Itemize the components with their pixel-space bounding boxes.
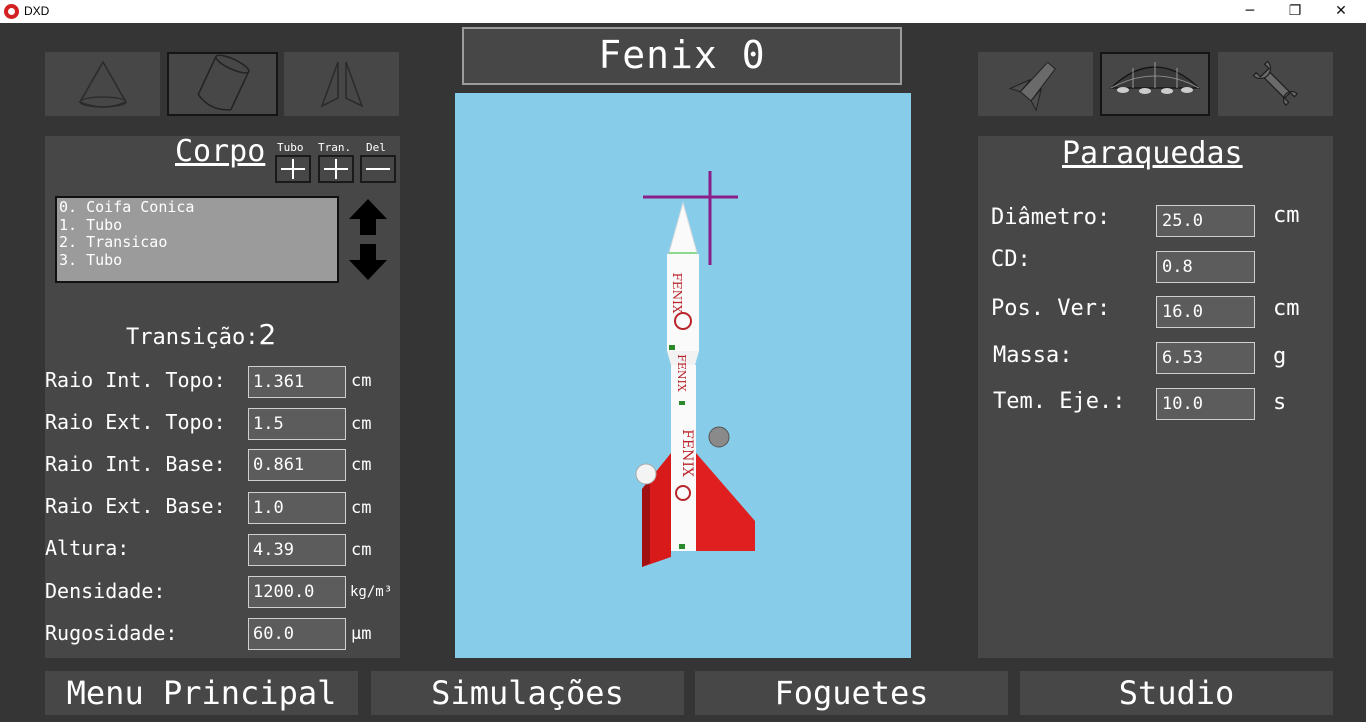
selected-component-label: Transição:2: [126, 318, 277, 351]
add-tube-label: Tubo: [277, 141, 304, 154]
fin-right: [696, 453, 755, 551]
mass-label: Massa:: [993, 343, 1073, 368]
list-item[interactable]: 3. Tubo: [59, 251, 335, 270]
selected-component-index: 2: [258, 318, 277, 351]
wrench-icon: [1252, 60, 1298, 107]
list-item[interactable]: 2. Transicao: [59, 234, 335, 252]
simulations-button[interactable]: Simulações: [371, 671, 684, 715]
nose-cone-tool-button[interactable]: [45, 52, 160, 116]
parachute-panel-heading: Paraquedas: [1062, 136, 1243, 171]
outer-radius-top-input[interactable]: [248, 408, 346, 440]
diameter-input[interactable]: [1156, 205, 1255, 237]
unit-label: kg/m³: [350, 584, 393, 600]
unit-label: µm: [351, 624, 372, 644]
plus-icon: [324, 159, 348, 179]
height-input[interactable]: [248, 534, 346, 566]
mass-input[interactable]: [1156, 342, 1255, 374]
inner-radius-base-label: Raio Int. Base:: [45, 452, 226, 476]
move-down-arrow-icon[interactable]: [347, 242, 389, 282]
unit-label: cm: [351, 498, 372, 518]
rocket-name-title: Fenix 0: [462, 27, 902, 85]
density-input[interactable]: [248, 576, 346, 608]
inner-radius-top-label: Raio Int. Topo:: [45, 368, 226, 392]
delete-label: Del: [366, 141, 386, 154]
add-transition-label: Tran.: [318, 141, 352, 154]
parachute-icon: [1109, 62, 1201, 94]
unit-label: cm: [351, 455, 372, 475]
unit-label: cm: [1273, 296, 1300, 321]
cylinder-icon: [197, 54, 249, 111]
minus-icon: [366, 168, 390, 170]
fins-tool-button[interactable]: [284, 52, 399, 116]
close-button[interactable]: ✕: [1318, 0, 1364, 23]
fins-icon: [320, 61, 363, 108]
window-titlebar: DXD ─ ❐ ✕: [0, 0, 1366, 23]
density-label: Densidade:: [45, 579, 166, 603]
window-title: DXD: [24, 4, 50, 18]
delete-component-button[interactable]: [360, 155, 396, 183]
drag-coefficient-label: CD:: [991, 247, 1031, 272]
cone-icon: [78, 60, 127, 108]
outer-radius-base-input[interactable]: [248, 492, 346, 524]
plus-icon: [281, 159, 305, 179]
diameter-label: Diâmetro:: [991, 205, 1111, 230]
list-item[interactable]: 0. Coifa Conica: [59, 198, 335, 217]
decal-text: FENIX: [679, 429, 695, 477]
body-tube-tool-button[interactable]: [167, 52, 278, 116]
nose-cone: [668, 201, 698, 254]
ball-marker: [635, 463, 657, 485]
drag-coefficient-input[interactable]: [1156, 251, 1255, 283]
rocket-part-tool-button[interactable]: [978, 52, 1093, 116]
component-list[interactable]: 0. Coifa Conica 1. Tubo 2. Transicao 3. …: [55, 196, 339, 283]
rocket-part-icon: [1008, 61, 1056, 112]
app-logo-icon: [4, 4, 19, 19]
unit-label: cm: [351, 540, 372, 560]
ejection-time-label: Tem. Eje.:: [993, 389, 1126, 414]
unit-label: cm: [351, 414, 372, 434]
rocket-model: FENIX FENIX FENIX: [635, 171, 755, 567]
unit-label: s: [1273, 390, 1287, 415]
unit-label: cm: [1273, 203, 1300, 228]
add-transition-button[interactable]: [318, 155, 354, 183]
studio-button[interactable]: Studio: [1020, 671, 1333, 715]
rockets-button[interactable]: Foguetes: [695, 671, 1008, 715]
parachute-tool-button[interactable]: [1100, 52, 1210, 116]
unit-label: g: [1273, 344, 1287, 369]
main-menu-button[interactable]: Menu Principal: [45, 671, 358, 715]
body-panel-heading: Corpo: [175, 134, 266, 169]
ejection-time-input[interactable]: [1156, 388, 1255, 420]
height-label: Altura:: [45, 536, 130, 560]
outer-radius-base-label: Raio Ext. Base:: [45, 494, 226, 518]
rocket-3d-viewport[interactable]: FENIX FENIX FENIX: [455, 93, 911, 658]
list-item[interactable]: 1. Tubo: [59, 216, 335, 235]
settings-tool-button[interactable]: [1218, 52, 1333, 116]
add-tube-button[interactable]: [275, 155, 311, 183]
move-up-arrow-icon[interactable]: [347, 197, 389, 237]
decal-text: FENIX: [675, 354, 688, 392]
vertical-position-input[interactable]: [1156, 296, 1255, 328]
inner-radius-top-input[interactable]: [248, 366, 346, 398]
vertical-position-label: Pos. Ver:: [991, 296, 1111, 321]
unit-label: cm: [351, 371, 372, 391]
decal-text: FENIX: [670, 273, 684, 314]
minimize-button[interactable]: ─: [1227, 0, 1273, 23]
roughness-label: Rugosidade:: [45, 621, 178, 645]
roughness-input[interactable]: [248, 618, 346, 650]
ball-marker: [708, 426, 730, 448]
inner-radius-base-input[interactable]: [248, 449, 346, 481]
outer-radius-top-label: Raio Ext. Topo:: [45, 410, 226, 434]
restore-button[interactable]: ❐: [1272, 0, 1318, 23]
